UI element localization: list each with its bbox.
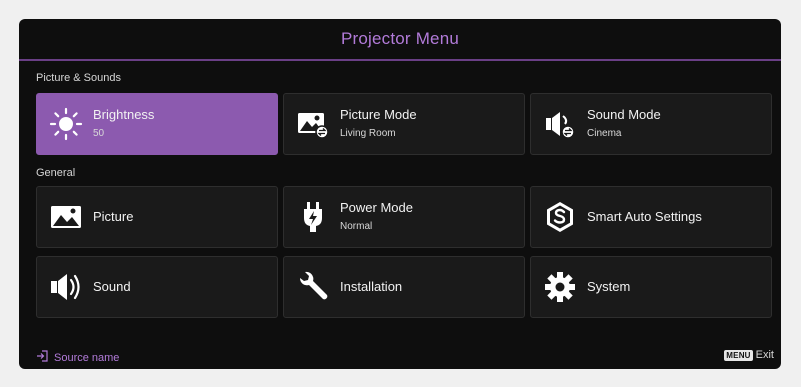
tile-power-mode-label: Power Mode: [340, 200, 413, 215]
gear-icon: [543, 270, 577, 304]
tile-installation[interactable]: Installation: [283, 256, 525, 318]
exit-label: Exit: [755, 349, 774, 361]
tile-power-mode[interactable]: Power Mode Normal: [283, 186, 525, 248]
tile-picture[interactable]: Picture: [36, 186, 278, 248]
tile-installation-label: Installation: [340, 279, 403, 294]
wrench-icon: [296, 270, 330, 304]
tile-sound-mode-label: Sound Mode: [587, 107, 661, 122]
tile-system-label: System: [587, 279, 631, 294]
tile-picture-label: Picture: [93, 209, 134, 224]
page-title: Projector Menu: [340, 29, 460, 48]
image-swap-icon: [296, 107, 330, 141]
exit-hint[interactable]: MENU Exit: [724, 349, 774, 361]
section-label-picture-sounds: Picture & Sounds: [36, 72, 121, 84]
tile-sound-label: Sound: [93, 279, 131, 294]
s-badge-icon: [543, 200, 577, 234]
menu-key-badge: MENU: [724, 349, 753, 361]
tile-picture-mode-label: Picture Mode: [340, 107, 417, 122]
input-source-icon: [36, 350, 54, 365]
tile-sound[interactable]: Sound: [36, 256, 278, 318]
title-bar: Projector Menu: [19, 19, 781, 61]
tile-brightness-value: 50: [93, 128, 105, 139]
projector-menu-window: Projector Menu Picture & Sounds Brightne…: [19, 19, 781, 369]
section-label-general: General: [36, 167, 76, 179]
tile-smart-auto-settings-label: Smart Auto Settings: [587, 209, 702, 224]
source-name-link[interactable]: Source name: [36, 350, 119, 365]
tile-sound-mode[interactable]: Sound Mode Cinema: [530, 93, 772, 155]
tile-system[interactable]: System: [530, 256, 772, 318]
sun-icon: [49, 107, 83, 141]
tile-picture-mode-value: Living Room: [340, 128, 396, 139]
source-name-label: Source name: [54, 351, 120, 364]
tile-smart-auto-settings[interactable]: Smart Auto Settings: [530, 186, 772, 248]
image-icon: [49, 200, 83, 234]
tile-picture-mode[interactable]: Picture Mode Living Room: [283, 93, 525, 155]
speaker-icon: [49, 270, 83, 304]
tile-brightness[interactable]: Brightness 50: [36, 93, 278, 155]
tile-power-mode-value: Normal: [340, 221, 373, 232]
plug-icon: [296, 200, 330, 234]
tile-brightness-label: Brightness: [93, 107, 155, 122]
tile-sound-mode-value: Cinema: [587, 128, 622, 139]
speaker-swap-icon: [543, 107, 577, 141]
